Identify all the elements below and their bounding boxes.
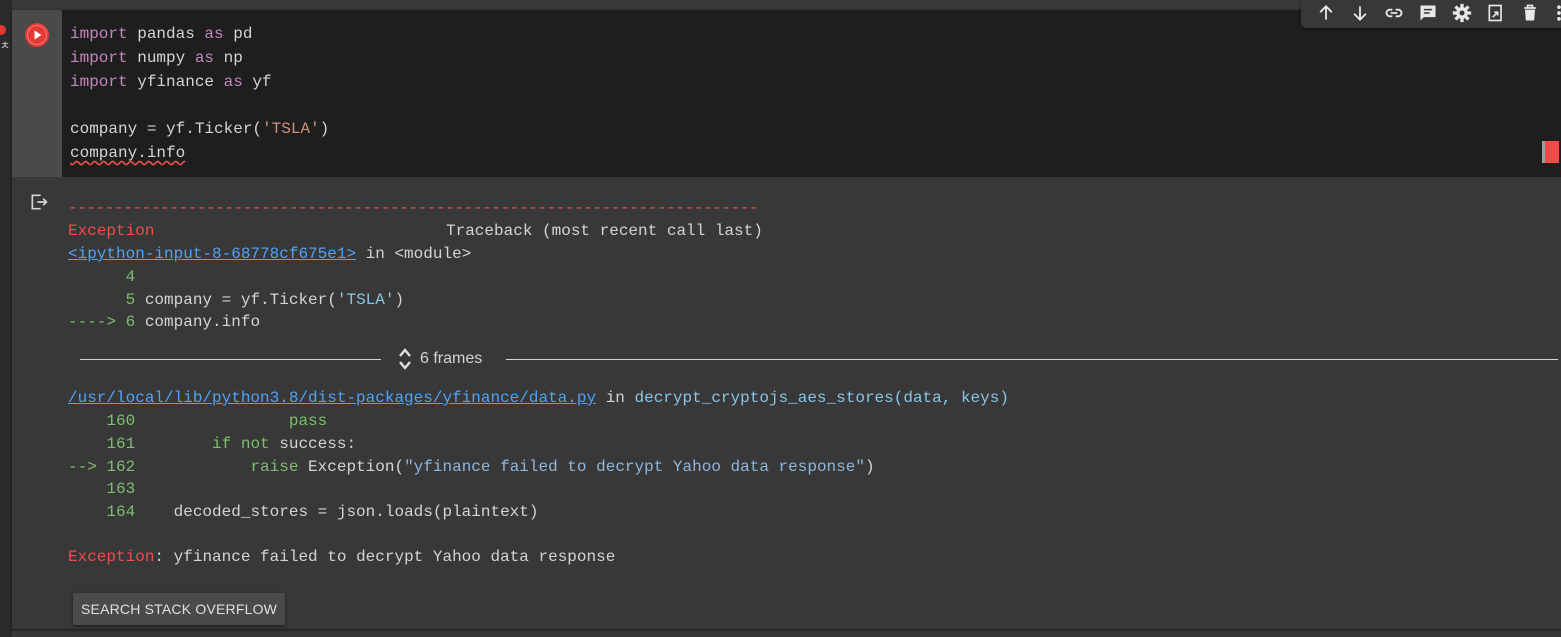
input-cell-link[interactable]: <ipython-input-8-68778cf675e1>: [68, 245, 356, 263]
cell-gutter: [12, 10, 62, 177]
mirror-cell-icon: [1488, 4, 1502, 22]
play-icon: [26, 24, 48, 46]
exception-message: Exception: yfinance failed to decrypt Ya…: [68, 548, 616, 566]
code-editor[interactable]: import pandas as pd import numpy as np i…: [62, 10, 1561, 177]
traceback-header: Exception Traceback (most recent call las…: [68, 222, 763, 240]
clear-output-button[interactable]: [29, 192, 49, 217]
code-cell: import pandas as pd import numpy as np i…: [12, 0, 1561, 629]
code-line-2: import numpy as np: [70, 49, 243, 67]
frames-label: 6 frames: [420, 350, 483, 367]
divider-line-left: [80, 359, 381, 360]
cell-output: ----------------------------------------…: [12, 177, 1561, 629]
more-actions-button[interactable]: [1547, 2, 1561, 24]
run-cell-button[interactable]: [25, 23, 49, 47]
add-comment-button[interactable]: [1411, 2, 1445, 24]
gear-icon: [1452, 3, 1472, 23]
frames-divider: 6 frames: [80, 346, 1560, 372]
error-indicator-dot: [0, 25, 6, 35]
arrow-down-icon: [1353, 6, 1367, 21]
code-line-1: import pandas as pd: [70, 25, 253, 43]
move-cell-up-button[interactable]: [1309, 2, 1343, 24]
expand-frames-button[interactable]: 6 frames: [398, 346, 482, 372]
frame-line-160: 160 pass: [68, 412, 328, 430]
traceback-separator: ----------------------------------------…: [68, 199, 759, 217]
more-vert-icon: [1557, 5, 1561, 21]
divider-line-right: [506, 359, 1558, 360]
code-line-3: import yfinance as yf: [70, 73, 272, 91]
unfold-icon: [399, 348, 411, 370]
cell-settings-button[interactable]: [1445, 2, 1479, 24]
left-edge-strip: ㅊ: [0, 0, 12, 637]
traceback-line-6: ----> 6 company.info: [68, 313, 261, 331]
comment-icon: [1420, 5, 1436, 21]
output-icon: [31, 194, 48, 210]
search-stack-overflow-button[interactable]: SEARCH STACK OVERFLOW: [73, 593, 286, 625]
copy-link-button[interactable]: [1377, 2, 1411, 24]
trash-icon: [1524, 4, 1536, 21]
link-icon: [1385, 8, 1403, 18]
source-file-link[interactable]: /usr/local/lib/python3.8/dist-packages/y…: [68, 389, 596, 407]
frame-line-162: --> 162 raise Exception("yfinance failed…: [68, 458, 875, 476]
traceback-file-line: /usr/local/lib/python3.8/dist-packages/y…: [68, 389, 1009, 407]
scrollbar-error-marker: [1542, 141, 1559, 163]
cell-toolbar: [1301, 0, 1561, 28]
traceback-line-5: 5 company = yf.Ticker('TSLA'): [68, 291, 405, 309]
move-cell-down-button[interactable]: [1343, 2, 1377, 24]
code-line-6: company.info: [70, 144, 186, 162]
frame-line-164: 164 decoded_stores = json.loads(plaintex…: [68, 503, 539, 521]
frame-line-161: 161 if not success:: [68, 435, 357, 453]
code-line-5: company = yf.Ticker('TSLA'): [70, 120, 330, 138]
frame-line-163: 163: [68, 480, 136, 498]
strip-glyph: ㅊ: [0, 39, 11, 52]
traceback-line-4: 4: [68, 268, 136, 286]
arrow-up-icon: [1319, 5, 1333, 20]
delete-cell-button[interactable]: [1513, 2, 1547, 24]
traceback-input-line: <ipython-input-8-68778cf675e1> in <modul…: [68, 245, 472, 263]
mirror-cell-button[interactable]: [1479, 2, 1513, 24]
